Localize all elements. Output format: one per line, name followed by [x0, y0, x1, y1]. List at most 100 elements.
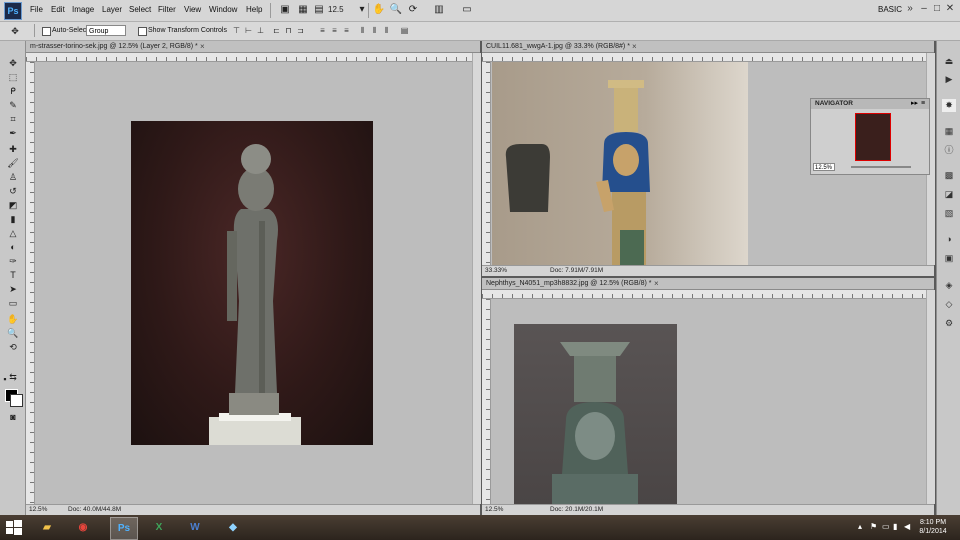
doc-2-size[interactable]: Doc: 7.91M/7.91M [550, 266, 603, 276]
arrange-documents-icon[interactable]: ▥ [432, 3, 446, 17]
screen-mode-icon[interactable]: ▭ [460, 3, 474, 17]
align-right-icon[interactable]: ⊐ [296, 26, 305, 35]
paths-panel-icon[interactable]: ◇ [942, 298, 956, 311]
network-icon[interactable]: ▮ [893, 522, 897, 531]
menu-filter[interactable]: Filter [158, 5, 176, 14]
doc-3-size[interactable]: Doc: 20.1M/20.1M [550, 505, 603, 515]
marquee-tool-icon[interactable]: ⬚ [6, 71, 20, 83]
crop-tool-icon[interactable]: ⌗ [6, 113, 20, 125]
healing-brush-tool-icon[interactable]: ✚ [6, 143, 20, 155]
rotate-view-icon[interactable]: ⟳ [406, 3, 420, 17]
3d-panel-icon[interactable]: ⚙ [942, 317, 956, 330]
layers-panel-icon[interactable]: ◈ [942, 279, 956, 292]
panel-menu-icon[interactable]: ≡ [921, 99, 925, 109]
distribute-left-icon[interactable]: ⦀ [358, 26, 367, 35]
brush-tool-icon[interactable]: 🖌 [6, 157, 20, 169]
zoom-tool-icon[interactable]: 🔍 [6, 327, 20, 339]
mini-bridge-icon[interactable]: ▦ [296, 3, 310, 17]
move-tool-icon[interactable]: ✥ [6, 57, 20, 69]
align-top-icon[interactable]: ⊤ [232, 26, 241, 35]
history-brush-tool-icon[interactable]: ↺ [6, 185, 20, 197]
doc-1-tab[interactable]: m-strasser-torino-sek.jpg @ 12.5% (Layer… [26, 41, 480, 53]
gradient-tool-icon[interactable]: ▮ [6, 213, 20, 225]
menu-layer[interactable]: Layer [102, 5, 122, 14]
doc-2-zoom[interactable]: 33.33% [485, 266, 507, 276]
distribute-top-icon[interactable]: ≡ [318, 26, 327, 35]
app-icon[interactable]: ◆ [220, 517, 246, 538]
maximize-icon[interactable]: □ [931, 3, 943, 15]
align-bottom-icon[interactable]: ⊥ [256, 26, 265, 35]
default-colors-icon[interactable]: ▪ [1, 373, 9, 385]
hand-tool-icon[interactable]: ✋ [6, 313, 20, 325]
auto-select-checkbox[interactable] [42, 27, 51, 36]
info-panel-icon[interactable]: ⓘ [942, 144, 956, 157]
flag-icon[interactable]: ⚑ [870, 522, 877, 531]
move-tool-icon[interactable]: ✥ [8, 25, 22, 37]
align-center-icon[interactable]: ⊓ [284, 26, 293, 35]
distribute-middle-icon[interactable]: ≡ [330, 26, 339, 35]
quick-select-tool-icon[interactable]: ✎ [6, 99, 20, 111]
masks-panel-icon[interactable]: ◑ [942, 233, 956, 246]
actions-panel-icon[interactable]: ▶ [942, 73, 956, 86]
doc-2-tab[interactable]: CUIL11.681_wwgA-1.jpg @ 33.3% (RGB/8#) *… [482, 41, 934, 53]
panel-collapse-icon[interactable]: ▸▸ [911, 99, 918, 109]
clock-time[interactable]: 8:10 PM [918, 519, 948, 526]
scrollbar[interactable] [926, 290, 935, 504]
close-icon[interactable]: × [654, 278, 659, 289]
doc-3-zoom[interactable]: 12.5% [485, 505, 503, 515]
quick-mask-icon[interactable]: ◙ [6, 411, 20, 423]
navigator-thumbnail[interactable] [855, 113, 891, 161]
align-middle-icon[interactable]: ⊢ [244, 26, 253, 35]
volume-icon[interactable]: ◀ [904, 522, 910, 531]
zoom-level-field[interactable]: 12.5 [328, 4, 358, 16]
menu-edit[interactable]: Edit [51, 5, 65, 14]
adjustments-panel-icon[interactable]: ▧ [942, 207, 956, 220]
dodge-tool-icon[interactable]: ◐ [6, 241, 20, 253]
menu-window[interactable]: Window [209, 5, 237, 14]
eraser-tool-icon[interactable]: ◩ [6, 199, 20, 211]
word-icon[interactable]: W [182, 517, 208, 538]
menu-help[interactable]: Help [246, 5, 262, 14]
clock-date[interactable]: 8/1/2014 [916, 528, 950, 535]
doc-3-tab[interactable]: Nephthys_N4051_mp3h8832.jpg @ 12.5% (RGB… [482, 278, 934, 290]
close-icon[interactable]: ✕ [944, 3, 956, 15]
menu-select[interactable]: Select [129, 5, 151, 14]
distribute-center-icon[interactable]: ⦀ [370, 26, 379, 35]
show-transform-checkbox[interactable] [138, 27, 147, 36]
blur-tool-icon[interactable]: △ [6, 227, 20, 239]
navigator-zoom-slider[interactable] [851, 166, 911, 168]
channels-panel-icon[interactable]: ▣ [942, 252, 956, 265]
photoshop-taskbar-icon[interactable]: Ps [110, 517, 138, 540]
menu-view[interactable]: View [184, 5, 201, 14]
menu-file[interactable]: File [30, 5, 43, 14]
chrome-icon[interactable]: ◉ [70, 517, 96, 538]
close-icon[interactable]: × [200, 41, 205, 52]
workspace-switcher[interactable]: BASIC [878, 5, 902, 14]
styles-panel-icon[interactable]: ◪ [942, 188, 956, 201]
view-extras-icon[interactable]: ▤ [312, 3, 326, 17]
file-explorer-icon[interactable]: ▰ [34, 517, 60, 538]
doc-1-size[interactable]: Doc: 40.0M/44.8M [68, 505, 121, 515]
distribute-right-icon[interactable]: ⦀ [382, 26, 391, 35]
path-selection-tool-icon[interactable]: ➤ [6, 283, 20, 295]
doc-1-zoom[interactable]: 12.5% [29, 505, 47, 515]
chevron-down-icon[interactable]: » [904, 3, 916, 15]
zoom-tool-icon[interactable]: 🔍 [389, 3, 403, 17]
bridge-icon[interactable]: ▣ [278, 3, 292, 17]
windows-start-icon[interactable] [5, 519, 23, 536]
histogram-panel-icon[interactable]: ▦ [942, 125, 956, 138]
hand-tool-icon[interactable]: ✋ [372, 3, 386, 17]
3d-rotate-tool-icon[interactable]: ⟲ [6, 341, 20, 353]
swatches-panel-icon[interactable]: ▩ [942, 169, 956, 182]
chevron-down-icon[interactable]: ▾ [355, 3, 369, 17]
lasso-tool-icon[interactable]: ᑭ [6, 85, 20, 97]
tray-chevron-icon[interactable]: ▴ [858, 522, 862, 531]
clone-stamp-tool-icon[interactable]: ♙ [6, 171, 20, 183]
pen-tool-icon[interactable]: ✑ [6, 255, 20, 267]
background-color-swatch[interactable] [10, 394, 23, 407]
distribute-bottom-icon[interactable]: ≡ [342, 26, 351, 35]
auto-align-icon[interactable]: ▤ [400, 26, 409, 35]
eyedropper-tool-icon[interactable]: ✒ [6, 127, 20, 139]
minimize-icon[interactable]: – [918, 3, 930, 15]
navigator-zoom-field[interactable]: 12.5% [813, 163, 835, 171]
